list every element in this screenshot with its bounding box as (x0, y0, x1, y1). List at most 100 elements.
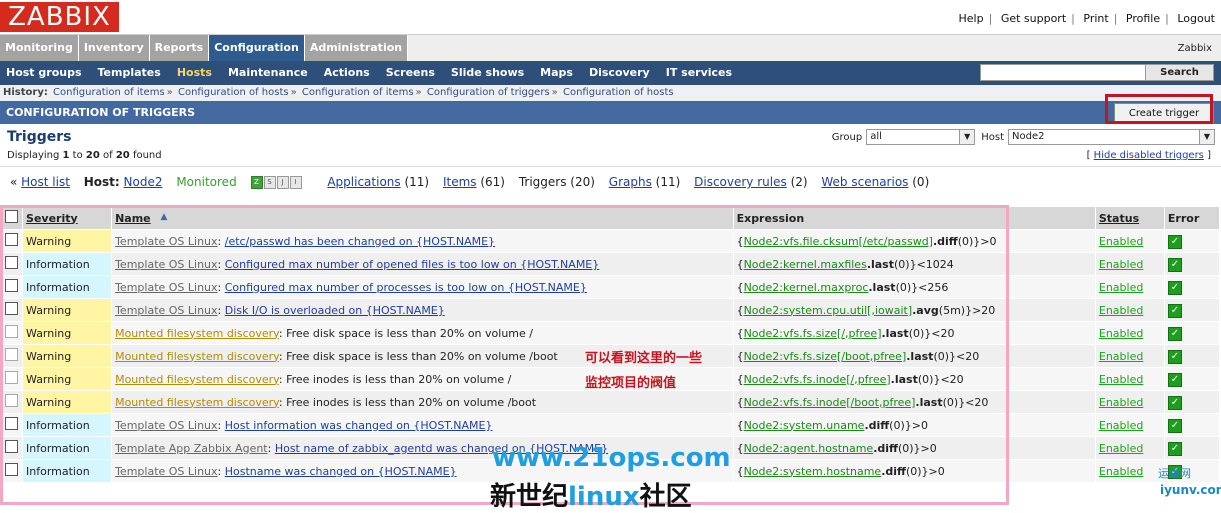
history-item[interactable]: Configuration of triggers (427, 87, 550, 98)
status-toggle-link[interactable]: Enabled (1099, 442, 1143, 455)
get-support-link[interactable]: Get support (1001, 12, 1066, 25)
tab-inventory[interactable]: Inventory (78, 35, 150, 61)
search-button[interactable]: Search (1146, 64, 1214, 81)
tab-monitoring[interactable]: Monitoring (0, 35, 79, 61)
status-toggle-link[interactable]: Enabled (1099, 373, 1143, 386)
applications-link[interactable]: Applications (327, 175, 400, 189)
status-toggle-link[interactable]: Enabled (1099, 465, 1143, 478)
history-item[interactable]: Configuration of items (302, 87, 414, 98)
web-count: (0) (912, 175, 930, 189)
breadcrumb-arrow: » (415, 87, 422, 98)
trigger-source-link[interactable]: Mounted filesystem discovery (115, 373, 279, 386)
profile-link[interactable]: Profile (1126, 12, 1160, 25)
row-checkbox[interactable] (5, 394, 18, 407)
submenu-screens[interactable]: Screens (380, 61, 445, 85)
web-scenarios-link[interactable]: Web scenarios (821, 175, 908, 189)
submenu-maintenance[interactable]: Maintenance (222, 61, 318, 85)
submenu-host-groups[interactable]: Host groups (0, 61, 92, 85)
tab-configuration[interactable]: Configuration (209, 35, 305, 61)
hide-disabled-link[interactable]: Hide disabled triggers (1094, 150, 1204, 161)
expression-item-link[interactable]: Node2:system.uname (744, 419, 865, 432)
expression-item-link[interactable]: Node2:vfs.fs.inode[/,pfree] (744, 373, 891, 386)
host-link[interactable]: Node2 (124, 175, 163, 189)
watermark-corner-bottom: iyunv.com (1160, 483, 1221, 497)
select-all-checkbox[interactable] (5, 210, 18, 223)
logout-link[interactable]: Logout (1177, 12, 1215, 25)
expression-item-link[interactable]: Node2:system.cpu.util[,iowait] (744, 304, 913, 317)
status-toggle-link[interactable]: Enabled (1099, 327, 1143, 340)
host-select[interactable]: Node2 ▼ (1008, 129, 1215, 145)
trigger-name-link[interactable]: /etc/passwd has been changed on {HOST.NA… (225, 235, 495, 248)
host-list-link[interactable]: Host list (21, 175, 70, 189)
history-item[interactable]: Configuration of items (53, 87, 165, 98)
zabbix-logo[interactable]: ZABBIX (0, 2, 119, 32)
trigger-source-link[interactable]: Template OS Linux (115, 281, 217, 294)
status-toggle-link[interactable]: Enabled (1099, 304, 1143, 317)
row-checkbox[interactable] (5, 371, 18, 384)
tab-reports[interactable]: Reports (149, 35, 210, 61)
search-input[interactable] (980, 64, 1146, 81)
expression-item-link[interactable]: Node2:vfs.fs.size[/,pfree] (744, 327, 882, 340)
row-checkbox[interactable] (5, 325, 18, 338)
trigger-source-link[interactable]: Template App Zabbix Agent (115, 442, 268, 455)
row-checkbox[interactable] (5, 233, 18, 246)
trigger-source-link[interactable]: Mounted filesystem discovery (115, 327, 279, 340)
status-toggle-link[interactable]: Enabled (1099, 281, 1143, 294)
submenu-templates[interactable]: Templates (92, 61, 171, 85)
help-link[interactable]: Help (959, 12, 984, 25)
trigger-source-link[interactable]: Mounted filesystem discovery (115, 396, 279, 409)
expression-item-link[interactable]: Node2:kernel.maxproc (744, 281, 869, 294)
name-header[interactable]: Name ▲ (111, 206, 734, 230)
trigger-name-link[interactable]: Configured max number of opened files is… (225, 258, 600, 271)
trigger-name-link[interactable]: Configured max number of processes is to… (225, 281, 587, 294)
submenu-discovery[interactable]: Discovery (583, 61, 660, 85)
group-select-value: all (870, 131, 882, 142)
trigger-source-link[interactable]: Template OS Linux (115, 304, 217, 317)
trigger-source-link[interactable]: Template OS Linux (115, 235, 217, 248)
trigger-name-link[interactable]: Disk I/O is overloaded on {HOST.NAME} (225, 304, 445, 317)
graphs-link[interactable]: Graphs (609, 175, 652, 189)
submenu-slide-shows[interactable]: Slide shows (445, 61, 534, 85)
expression-item-link[interactable]: Node2:system.hostname (744, 465, 882, 478)
submenu-it-services[interactable]: IT services (660, 61, 742, 85)
severity-sort-link[interactable]: Severity (26, 212, 78, 225)
expression-item-link[interactable]: Node2:vfs.fs.inode[/boot,pfree] (744, 396, 916, 409)
row-checkbox[interactable] (5, 279, 18, 292)
name-sort-link[interactable]: Name (115, 212, 151, 225)
status-toggle-link[interactable]: Enabled (1099, 235, 1143, 248)
submenu-actions[interactable]: Actions (318, 61, 380, 85)
discovery-rules-link[interactable]: Discovery rules (694, 175, 787, 189)
expression-item-link[interactable]: Node2:vfs.file.cksum[/etc/passwd] (744, 235, 933, 248)
history-item[interactable]: Configuration of hosts (178, 87, 289, 98)
status-toggle-link[interactable]: Enabled (1099, 396, 1143, 409)
row-checkbox[interactable] (5, 417, 18, 430)
row-checkbox[interactable] (5, 256, 18, 269)
trigger-source-link[interactable]: Mounted filesystem discovery (115, 350, 279, 363)
expression-item-link[interactable]: Node2:vfs.fs.size[/boot,pfree] (744, 350, 907, 363)
submenu-maps[interactable]: Maps (534, 61, 583, 85)
row-checkbox[interactable] (5, 348, 18, 361)
row-checkbox[interactable] (5, 463, 18, 476)
items-link[interactable]: Items (443, 175, 477, 189)
group-select[interactable]: all ▼ (866, 129, 976, 145)
expression-cell: {Node2:vfs.file.cksum[/etc/passwd].diff(… (732, 229, 1096, 253)
trigger-name-link[interactable]: Host information was changed on {HOST.NA… (225, 419, 493, 432)
status-toggle-link[interactable]: Enabled (1099, 419, 1143, 432)
trigger-source-link[interactable]: Template OS Linux (115, 465, 217, 478)
status-toggle-link[interactable]: Enabled (1099, 350, 1143, 363)
history-item[interactable]: Configuration of hosts (563, 87, 674, 98)
trigger-source-link[interactable]: Template OS Linux (115, 258, 217, 271)
row-checkbox[interactable] (5, 302, 18, 315)
trigger-source-link[interactable]: Template OS Linux (115, 419, 217, 432)
submenu-hosts[interactable]: Hosts (171, 61, 222, 85)
trigger-name-link[interactable]: Hostname was changed on {HOST.NAME} (225, 465, 457, 478)
status-toggle-link[interactable]: Enabled (1099, 258, 1143, 271)
print-link[interactable]: Print (1083, 12, 1108, 25)
tab-administration[interactable]: Administration (304, 35, 409, 61)
expression-item-link[interactable]: Node2:agent.hostname (744, 442, 874, 455)
expression-item-link[interactable]: Node2:kernel.maxfiles (744, 258, 867, 271)
status-sort-link[interactable]: Status (1099, 212, 1139, 225)
severity-header[interactable]: Severity (22, 206, 113, 230)
row-checkbox[interactable] (5, 440, 18, 453)
status-header[interactable]: Status (1094, 206, 1165, 230)
